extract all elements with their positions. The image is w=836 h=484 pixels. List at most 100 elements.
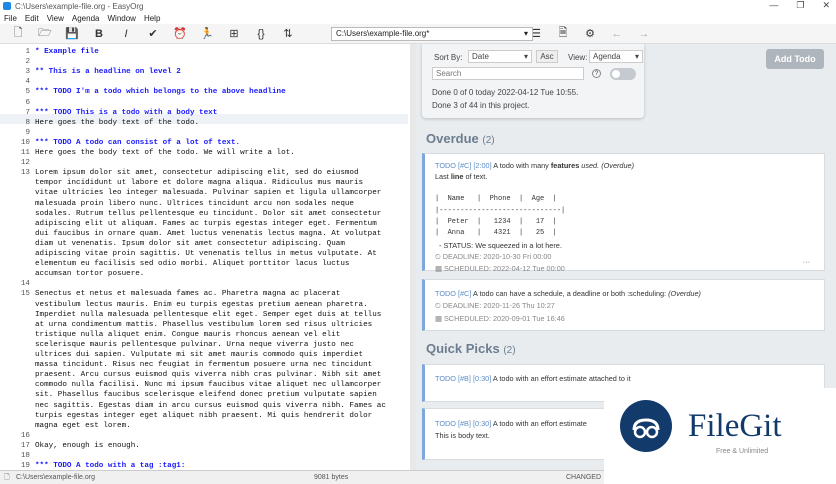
view-select[interactable]: Agenda ▾ — [589, 50, 643, 63]
menu-file[interactable]: File — [0, 14, 21, 23]
todo-title: A todo with many — [493, 161, 549, 170]
code-line: Senectus et netus et malesuada fames ac.… — [35, 290, 341, 299]
italic-icon[interactable]: I — [117, 26, 135, 42]
line-number: 7 — [25, 108, 30, 117]
table-row: | Anna | 4321 | 25 | — [435, 229, 557, 238]
line-number: 16 — [20, 431, 30, 440]
code-line: Here goes the body text of the todo. — [35, 118, 200, 127]
code-line: Lorem ipsum dolor sit amet, consectetur … — [35, 169, 359, 178]
headline-line: * Example file — [35, 48, 99, 56]
scheduled-text: SCHEDULED: 2022-04-12 Tue 00:00 — [443, 263, 565, 273]
menu-view[interactable]: View — [43, 14, 68, 23]
sort-value: Date — [472, 52, 489, 61]
toggle-switch[interactable] — [610, 68, 636, 80]
todo-card[interactable]: TODO [#C] [2:00] A todo with many featur… — [422, 153, 825, 273]
bold-icon[interactable]: B — [90, 26, 108, 42]
done-project-text: Done 3 of 44 in this project. — [432, 101, 530, 110]
calendar-icon: ▦ — [435, 263, 442, 273]
agenda-filter-box: Sort By: Date▾ Asc View: Agenda▾ ? Done … — [422, 44, 644, 118]
code-line: dui faucibus in ornare quam. Amet luctus… — [35, 229, 382, 238]
text-editor[interactable]: 1 * Example file 2 3 ** This is a headline o… — [0, 44, 410, 470]
help-icon[interactable]: ? — [592, 69, 601, 78]
todo-card[interactable]: TODO [#C] A todo can have a schedule, a … — [422, 279, 825, 331]
new-file-icon[interactable]: 🗋 — [9, 26, 27, 42]
menu-edit[interactable]: Edit — [21, 14, 43, 23]
todo-title: A todo with an effort estimate — [492, 419, 587, 428]
line-number: 12 — [20, 159, 30, 168]
menu-agenda[interactable]: Agenda — [68, 14, 104, 23]
file-icon: 🗋 — [4, 474, 10, 481]
code-line: Here goes the body text of the todo. We … — [35, 149, 295, 157]
open-file-icon[interactable]: 🗁 — [36, 26, 54, 42]
byte-count: 9081 bytes — [314, 474, 349, 481]
sort-lines-icon[interactable]: ⇅ — [279, 26, 297, 42]
todo-title: A todo with an effort estimate attached … — [492, 374, 631, 383]
title-bar: C:\Users\example-file.org - EasyOrg — ❐ … — [0, 0, 836, 12]
code-line: Imperdiet nulla malesuada pellentesque e… — [35, 310, 382, 319]
sort-by-label: Sort By: — [434, 53, 463, 62]
code-block-icon[interactable]: {} — [252, 26, 270, 42]
body-text: of text. — [465, 172, 488, 182]
close-button[interactable]: ✕ — [822, 0, 830, 11]
todo-title: A todo can have a schedule, a deadline o… — [472, 289, 667, 298]
line-number: 18 — [20, 452, 30, 460]
menu-help[interactable]: Help — [140, 14, 164, 23]
schedule-clock-icon[interactable]: ⏰ — [171, 26, 189, 42]
line-number: 1 — [25, 48, 30, 56]
sort-select[interactable]: Date ▾ — [468, 50, 532, 63]
save-icon[interactable]: 💾 — [63, 26, 81, 42]
table-row: |-----------------------------| — [435, 206, 566, 215]
code-line: tristique nulla aliquet enim. Congue mau… — [35, 330, 341, 339]
minimize-button[interactable]: — — [769, 0, 778, 11]
back-arrow-icon[interactable]: ← — [608, 26, 626, 42]
search-input[interactable] — [432, 67, 584, 80]
code-line: vitae ultricies leo integer malesuada. P… — [35, 189, 382, 198]
line-number: 2 — [25, 58, 30, 67]
code-line: nec sagittis. Egestas diam in arcu cursu… — [35, 401, 386, 410]
restore-button[interactable]: ❐ — [796, 0, 804, 11]
view-label: View: — [568, 53, 588, 62]
watermark-brand: FileGit — [688, 408, 782, 444]
code-line: accumsan tortor posuere. — [35, 270, 145, 279]
code-line: adipiscing elit ut aliquam. Fames ac tur… — [35, 219, 377, 228]
code-line: diam ut venenatis. Ipsum dolor sit amet … — [35, 239, 345, 248]
done-today-text: Done 0 of 0 today 2022-04-12 Tue 10:55. — [432, 88, 579, 97]
document-icon[interactable]: 🗎 — [554, 26, 572, 42]
asc-button[interactable]: Asc — [536, 50, 558, 63]
gear-icon[interactable]: ⚙ — [581, 26, 599, 42]
more-icon[interactable]: ··· — [803, 256, 810, 267]
line-number: 6 — [25, 98, 30, 107]
code-line: magna eget est lorem. — [35, 421, 131, 430]
overdue-header: Overdue (2) — [426, 131, 495, 146]
todo-keyword: TODO [#C] — [435, 289, 472, 298]
code-line: Okay, enough is enough. — [35, 441, 140, 450]
add-todo-button[interactable]: Add Todo — [766, 49, 824, 69]
headline-line: *** TODO This is a todo with a body text — [35, 108, 218, 117]
line-number: 3 — [25, 68, 30, 77]
app-icon — [3, 2, 11, 10]
menu-bar: File Edit View Agenda Window Help — [0, 12, 836, 24]
calendar-icon: ▦ — [435, 313, 442, 323]
window-title: C:\Users\example-file.org - EasyOrg — [15, 1, 144, 11]
code-line: elementum eu facilisis sed odio morbi. A… — [35, 260, 350, 269]
check-icon[interactable]: ✔ — [144, 26, 162, 42]
file-path-dropdown[interactable]: C:\Users\example-file.org* ▾ — [331, 27, 533, 41]
todo-bold-text: features — [550, 161, 580, 170]
code-line: commodo nulla facilisi. Nunc mi ipsum fa… — [35, 381, 382, 390]
code-line: turpis egestas integer eget aliquet nibh… — [35, 411, 373, 420]
line-number: 8 — [25, 118, 30, 127]
quick-picks-count: (2) — [503, 345, 516, 356]
watermark-tagline: Free & Unlimited — [716, 448, 769, 455]
headline-line: *** TODO A todo with a tag :tag1: — [35, 462, 186, 470]
code-line: ultrices dui sapien. Vulputate mi sit am… — [35, 351, 364, 359]
headline-line: *** TODO I'm a todo which belongs to the… — [35, 88, 286, 97]
menu-window[interactable]: Window — [103, 14, 139, 23]
code-line: adipiscing vitae proin sagittis. Ut vene… — [35, 250, 377, 258]
forward-arrow-icon[interactable]: → — [635, 26, 653, 42]
status-note: - STATUS: We squeezed in a lot here. — [439, 240, 562, 250]
line-number: 14 — [20, 280, 30, 289]
table-icon[interactable]: ⊞ — [225, 26, 243, 42]
headline-line: *** TODO A todo can consist of a lot of … — [35, 138, 241, 147]
run-icon[interactable]: 🏃 — [198, 26, 216, 42]
changed-indicator: CHANGED — [566, 474, 602, 481]
